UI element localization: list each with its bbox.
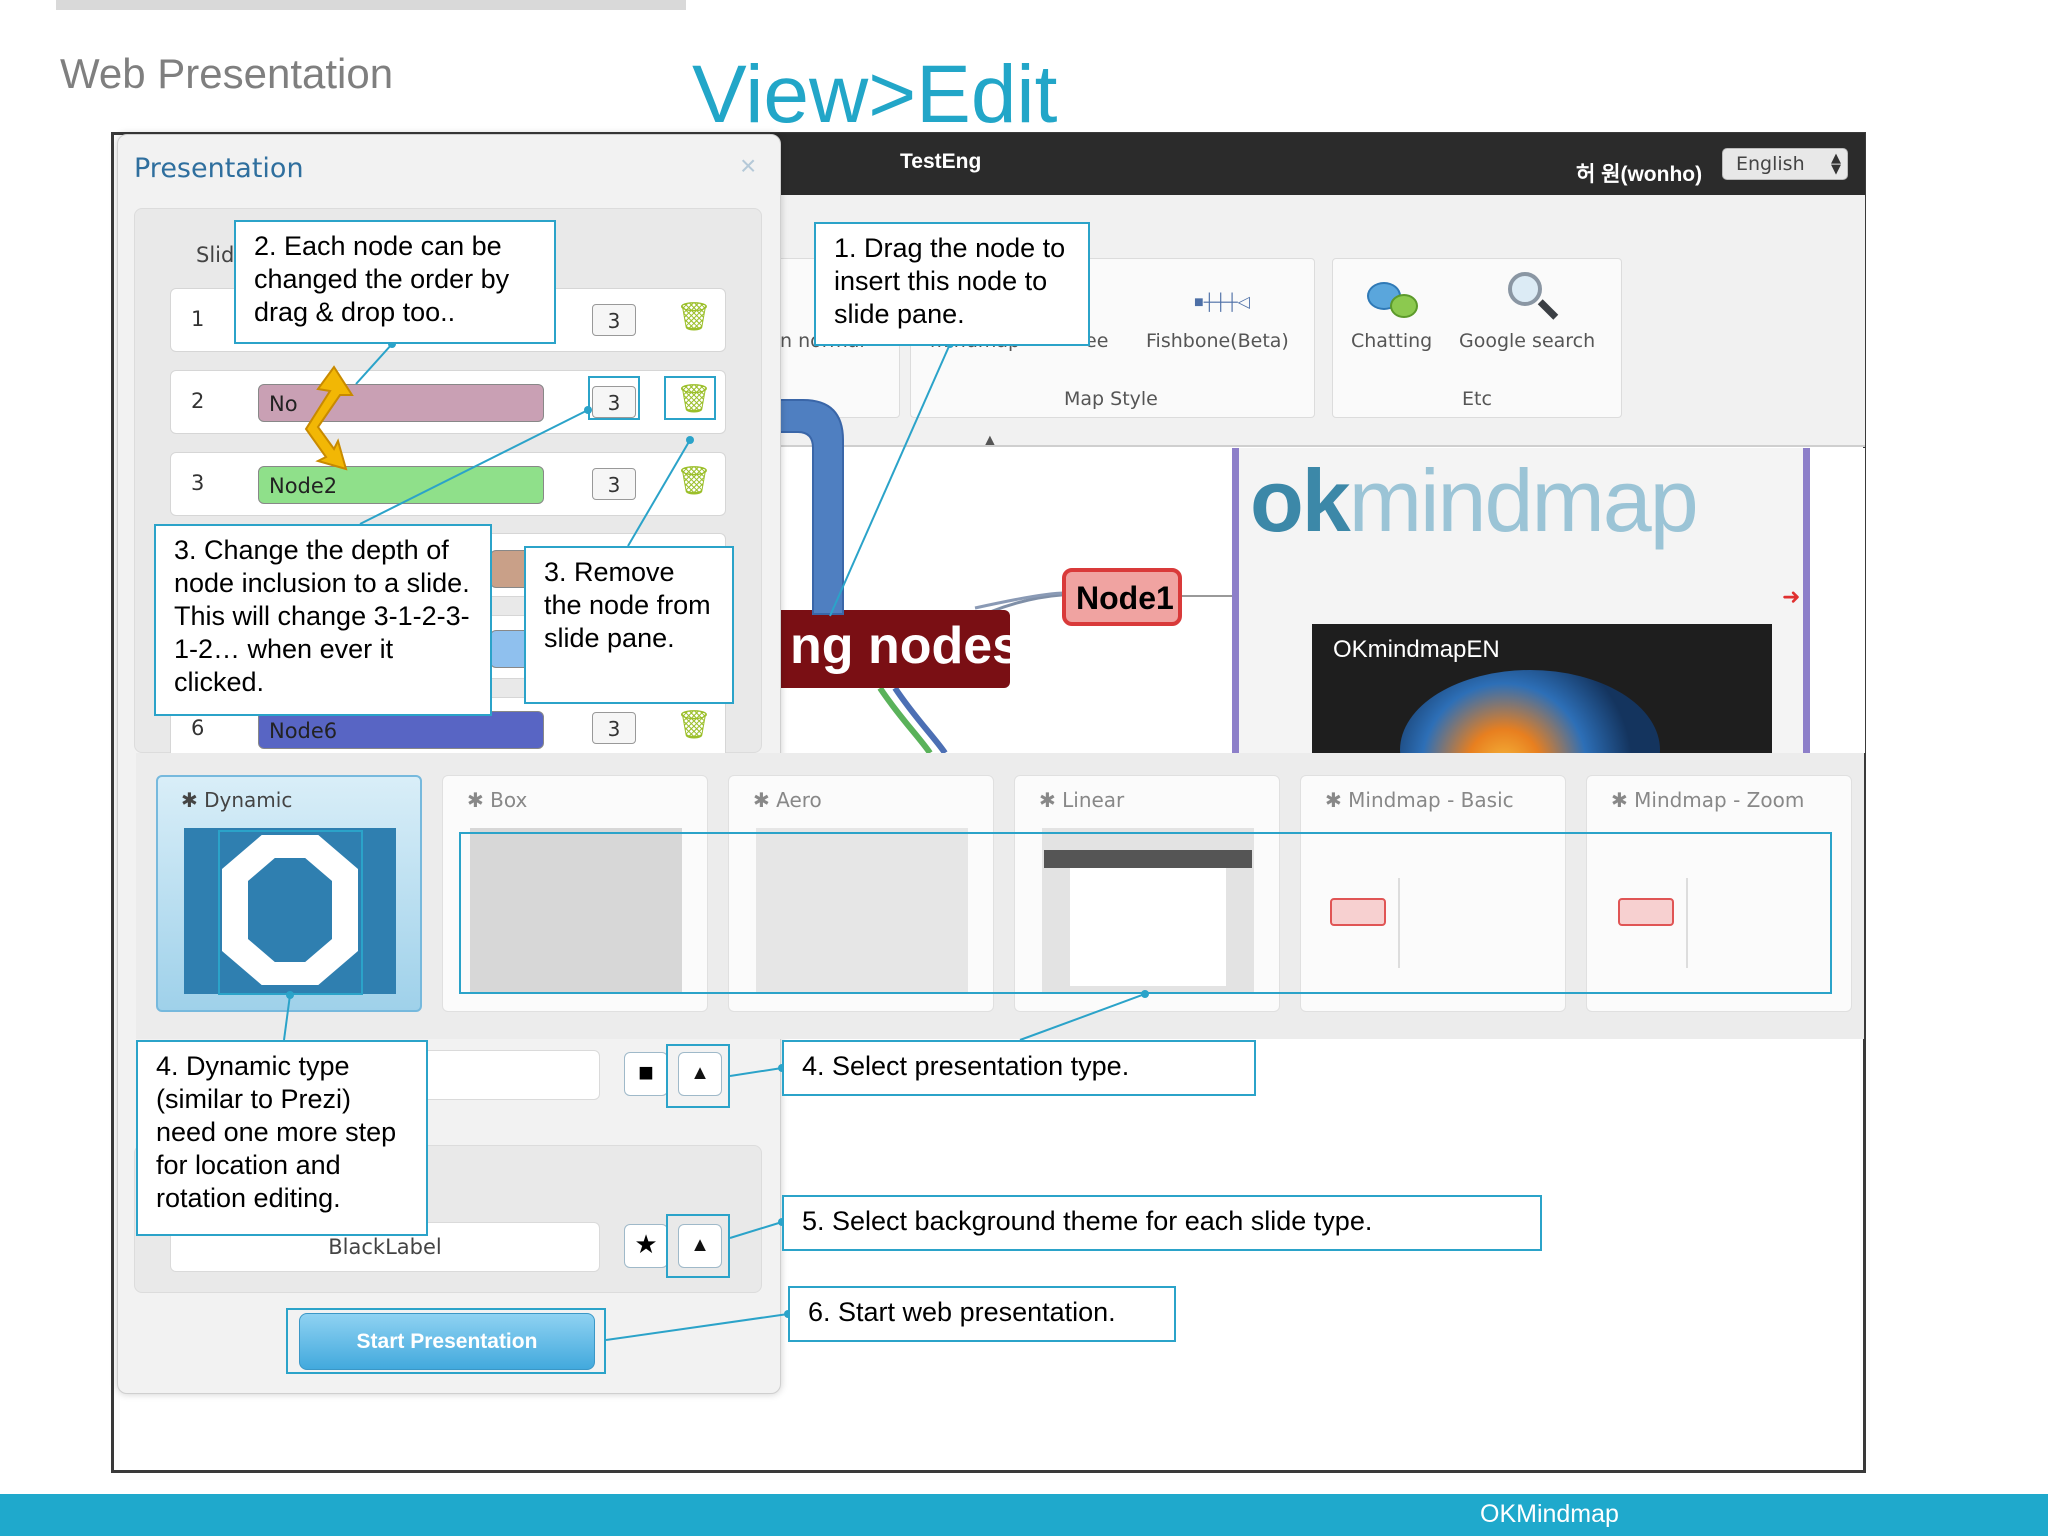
footer-brand: OKMindmap (1480, 1500, 1619, 1528)
footer-bar (0, 1494, 2048, 1536)
callout-dynamic-type: 4. Dynamic type (similar to Prezi) need … (136, 1040, 428, 1236)
callout-reorder: 2. Each node can be changed the order by… (234, 220, 556, 344)
callout-select-type: 4. Select presentation type. (782, 1040, 1256, 1096)
callout-start-presentation: 6. Start web presentation. (788, 1286, 1176, 1342)
callout-background-theme: 5. Select background theme for each slid… (782, 1195, 1542, 1251)
callout-change-depth: 3. Change the depth of node inclusion to… (154, 524, 492, 716)
callout-drag-node: 1. Drag the node to insert this node to … (814, 222, 1090, 346)
callout-remove-node: 3. Remove the node from slide pane. (524, 546, 734, 704)
